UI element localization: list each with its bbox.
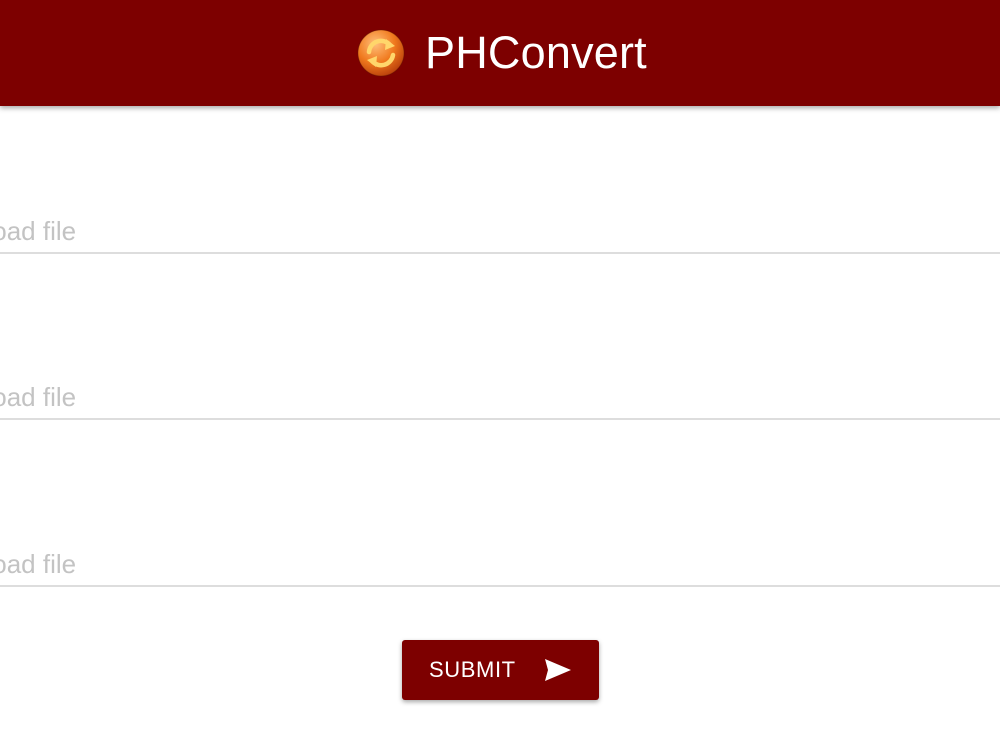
upload-file-placeholder: pload file (0, 216, 77, 246)
upload-file-input-1[interactable]: pload file (0, 212, 1000, 254)
submit-label: SUBMIT (429, 657, 516, 682)
brand: PHConvert (356, 25, 647, 81)
app-title: PHConvert (425, 27, 647, 78)
upload-file-input-2[interactable]: pload file (0, 378, 1000, 420)
app-window: PHConvert pload file pload file pload fi… (0, 0, 1000, 750)
upload-file-placeholder: pload file (0, 549, 77, 579)
submit-button[interactable]: SUBMIT (402, 640, 599, 700)
convert-arrows-icon (357, 29, 405, 77)
upload-file-placeholder: pload file (0, 382, 77, 412)
app-header: PHConvert (0, 0, 1000, 106)
send-icon (545, 659, 571, 681)
upload-file-input-3[interactable]: pload file (0, 545, 1000, 587)
